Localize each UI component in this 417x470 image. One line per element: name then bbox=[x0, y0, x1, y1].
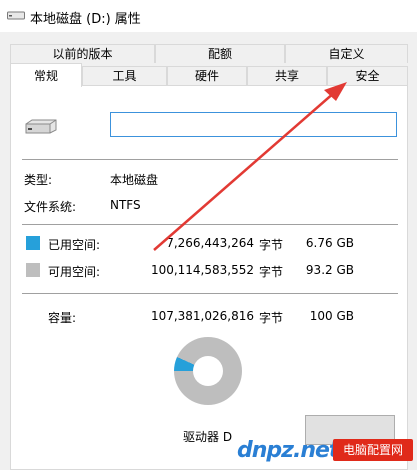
drive-label: 驱动器 D bbox=[183, 430, 233, 444]
filesystem-label: 文件系统: bbox=[24, 200, 77, 214]
site-watermark: dnpz.net 电脑配置网 bbox=[237, 437, 413, 463]
tab-row-1: 以前的版本 配额 自定义 bbox=[10, 44, 408, 63]
free-space-swatch bbox=[26, 263, 40, 277]
donut-hole bbox=[193, 356, 223, 386]
separator bbox=[22, 224, 398, 225]
used-space-swatch bbox=[26, 236, 40, 250]
watermark-badge: 电脑配置网 bbox=[333, 439, 413, 461]
window-title: 本地磁盘 (D:) 属性 bbox=[30, 12, 141, 27]
used-space-unit: 字节 bbox=[259, 238, 284, 252]
separator bbox=[22, 159, 398, 160]
tab-sharing[interactable]: 共享 bbox=[247, 66, 327, 85]
separator bbox=[22, 293, 398, 294]
capacity-bytes: 107,381,026,816 bbox=[150, 309, 254, 323]
type-value: 本地磁盘 bbox=[110, 173, 159, 187]
filesystem-value: NTFS bbox=[110, 198, 141, 212]
tab-row-2: 常规 工具 硬件 共享 安全 bbox=[10, 63, 408, 87]
drive-icon bbox=[7, 11, 25, 20]
tab-hardware[interactable]: 硬件 bbox=[167, 66, 247, 85]
tab-customize[interactable]: 自定义 bbox=[285, 44, 408, 63]
drive-name-input[interactable] bbox=[110, 112, 397, 137]
free-space-label: 可用空间: bbox=[48, 265, 101, 279]
tab-quota[interactable]: 配额 bbox=[155, 44, 285, 63]
drive-icon bbox=[25, 119, 57, 134]
used-space-bytes: 7,266,443,264 bbox=[166, 236, 254, 250]
watermark-text: dnpz.net bbox=[237, 438, 339, 463]
title-bar: 本地磁盘 (D:) 属性 bbox=[0, 0, 417, 32]
used-space-label: 已用空间: bbox=[48, 238, 101, 252]
type-label: 类型: bbox=[24, 173, 53, 187]
tab-security[interactable]: 安全 bbox=[327, 66, 408, 85]
capacity-gb: 100 GB bbox=[309, 309, 354, 323]
capacity-label: 容量: bbox=[48, 311, 77, 325]
tab-tools[interactable]: 工具 bbox=[82, 66, 167, 85]
used-space-gb: 6.76 GB bbox=[305, 236, 354, 250]
free-space-unit: 字节 bbox=[259, 265, 284, 279]
capacity-unit: 字节 bbox=[259, 311, 284, 325]
free-space-gb: 93.2 GB bbox=[305, 263, 354, 277]
tab-general[interactable]: 常规 bbox=[10, 63, 82, 87]
free-space-bytes: 100,114,583,552 bbox=[150, 263, 254, 277]
tab-previous-versions[interactable]: 以前的版本 bbox=[10, 44, 155, 63]
